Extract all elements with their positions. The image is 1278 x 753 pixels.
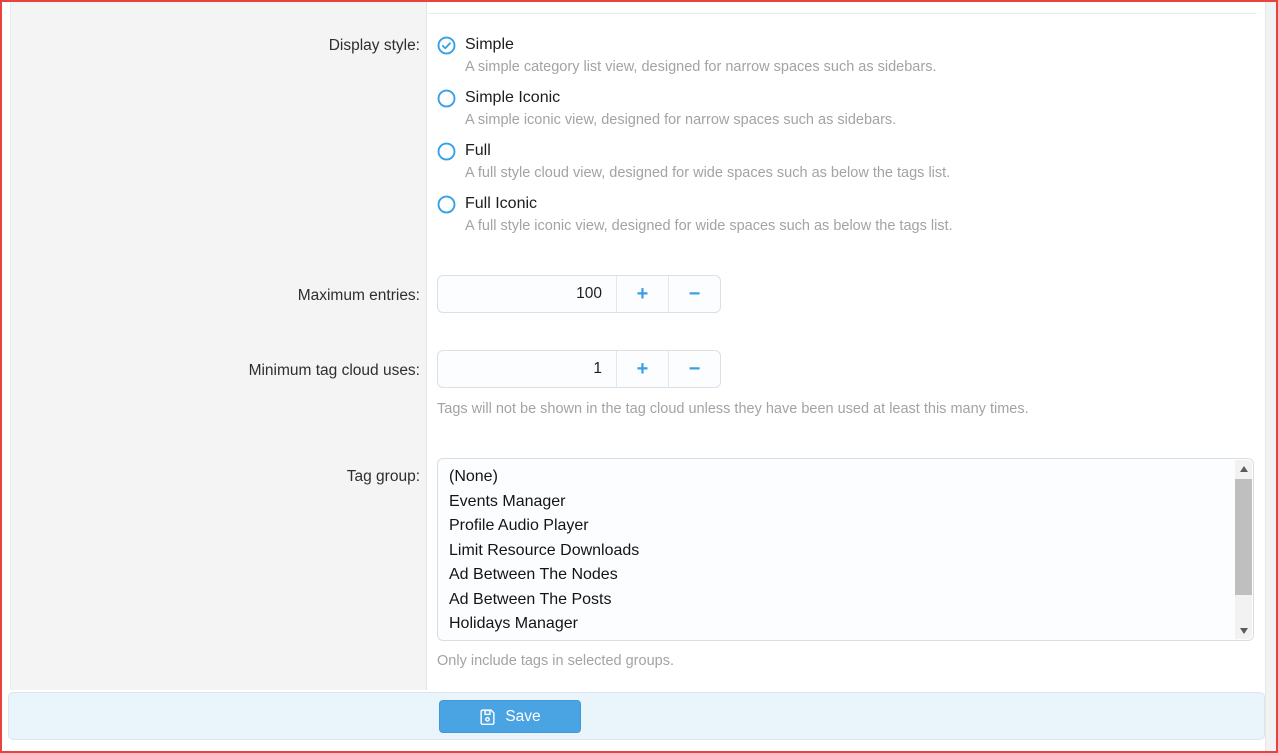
maximum-entries-decrement-button[interactable]: − [668, 276, 720, 312]
list-item-truncated[interactable]: Profile Video Widget [449, 637, 1253, 642]
arrow-down-icon [1240, 628, 1248, 634]
radio-label: Full Iconic [465, 195, 537, 213]
radio-full-iconic[interactable]: Full Iconic [437, 193, 1237, 215]
radio-option-simple-iconic: Simple Iconic A simple iconic view, desi… [437, 87, 1237, 128]
tag-group-options: (None) Events Manager Profile Audio Play… [438, 459, 1253, 641]
tag-group-listbox[interactable]: (None) Events Manager Profile Audio Play… [437, 458, 1254, 641]
form-footer: Save [8, 692, 1265, 740]
radio-label: Simple Iconic [465, 89, 560, 107]
maximum-entries-spinner: + − [437, 275, 721, 313]
minimum-uses-spinner: + − [437, 350, 721, 388]
radio-label: Simple [465, 36, 514, 54]
radio-option-simple: Simple A simple category list view, desi… [437, 34, 1237, 75]
scroll-up-button[interactable] [1235, 460, 1252, 477]
radio-option-full: Full A full style cloud view, designed f… [437, 140, 1237, 181]
radio-unchecked-icon [437, 195, 456, 214]
tag-group-label: Tag group: [20, 468, 420, 486]
content-top-divider [428, 13, 1256, 14]
tag-group-help-text: Only include tags in selected groups. [437, 653, 674, 669]
minimum-uses-input[interactable] [438, 351, 616, 387]
minimum-uses-help-text: Tags will not be shown in the tag cloud … [437, 401, 1029, 417]
display-style-label: Display style: [20, 37, 420, 55]
save-button-label: Save [505, 708, 540, 726]
scroll-down-button[interactable] [1235, 622, 1252, 639]
display-style-radio-group: Simple A simple category list view, desi… [437, 34, 1237, 246]
arrow-up-icon [1240, 466, 1248, 472]
maximum-entries-input[interactable] [438, 276, 616, 312]
radio-simple[interactable]: Simple [437, 34, 1237, 56]
radio-description: A simple iconic view, designed for narro… [465, 112, 1237, 128]
minimum-uses-label: Minimum tag cloud uses: [20, 362, 420, 380]
scrollbar-thumb[interactable] [1235, 479, 1252, 595]
minimum-uses-increment-button[interactable]: + [616, 351, 668, 387]
radio-description: A full style cloud view, designed for wi… [465, 165, 1237, 181]
radio-option-full-iconic: Full Iconic A full style iconic view, de… [437, 193, 1237, 234]
radio-full[interactable]: Full [437, 140, 1237, 162]
radio-unchecked-icon [437, 142, 456, 161]
label-column [10, 2, 427, 690]
save-floppy-icon [479, 708, 496, 725]
radio-checked-icon [437, 36, 456, 55]
radio-simple-iconic[interactable]: Simple Iconic [437, 87, 1237, 109]
list-item[interactable]: Holidays Manager [449, 612, 1253, 637]
minimum-uses-decrement-button[interactable]: − [668, 351, 720, 387]
radio-label: Full [465, 142, 491, 160]
list-item[interactable]: Events Manager [449, 490, 1253, 515]
list-item[interactable]: (None) [449, 465, 1253, 490]
radio-description: A simple category list view, designed fo… [465, 59, 1237, 75]
list-scrollbar[interactable] [1235, 460, 1252, 639]
maximum-entries-label: Maximum entries: [20, 287, 420, 305]
radio-description: A full style iconic view, designed for w… [465, 218, 1237, 234]
save-button[interactable]: Save [439, 700, 581, 733]
settings-form: Display style: Maximum entries: Minimum … [2, 2, 1276, 751]
list-item[interactable]: Ad Between The Nodes [449, 563, 1253, 588]
list-item[interactable]: Profile Audio Player [449, 514, 1253, 539]
list-item[interactable]: Ad Between The Posts [449, 588, 1253, 613]
list-item[interactable]: Limit Resource Downloads [449, 539, 1253, 564]
page-scrollbar[interactable] [1265, 2, 1276, 751]
radio-unchecked-icon [437, 89, 456, 108]
maximum-entries-increment-button[interactable]: + [616, 276, 668, 312]
